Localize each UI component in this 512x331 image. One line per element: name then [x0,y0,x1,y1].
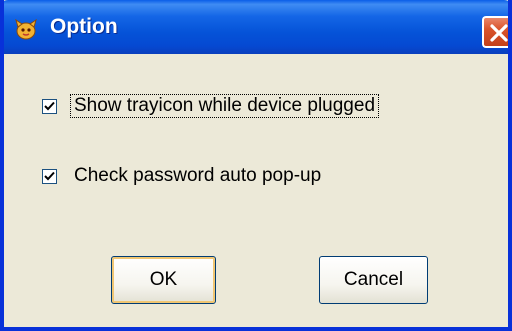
show-trayicon-label[interactable]: Show trayicon while device plugged [69,94,380,118]
cancel-button[interactable]: Cancel [319,256,428,304]
close-icon [490,24,508,42]
option-check-password[interactable]: Check password auto pop-up [42,161,324,191]
checkmark-icon [44,171,55,180]
check-password-checkbox[interactable] [42,168,57,184]
title-bar[interactable]: Option [4,0,508,54]
check-password-label[interactable]: Check password auto pop-up [71,165,324,187]
option-dialog: Option Show trayicon while device plugge… [0,0,512,331]
checkmark-icon [44,101,55,110]
close-button[interactable] [482,16,508,48]
dialog-title: Option [50,15,118,38]
app-mascot-icon [14,18,38,40]
ok-button[interactable]: OK [111,256,216,304]
option-show-trayicon[interactable]: Show trayicon while device plugged [42,91,380,121]
show-trayicon-checkbox[interactable] [42,98,57,114]
